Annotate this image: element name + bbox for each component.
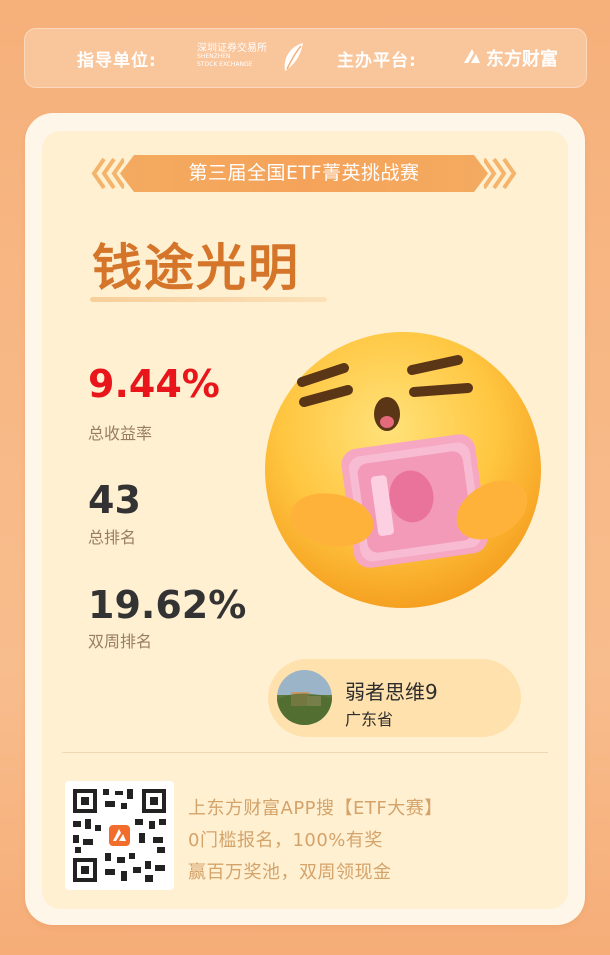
total-return-label: 总收益率 [88, 424, 153, 443]
szse-name-cn: 深圳证券交易所 [197, 43, 267, 54]
biweekly-rank-value: 19.62% [88, 583, 247, 627]
host-label: 主办平台: [337, 51, 417, 71]
avatar[interactable] [277, 670, 332, 725]
promo-line-2: 0门槛报名，100%有奖 [188, 830, 383, 851]
team-name-title: 钱途光明 [92, 239, 300, 297]
total-rank-value: 43 [88, 478, 141, 522]
qr-code-icon [73, 789, 166, 882]
szse-name-en: SHENZHEN STOCK EXCHANGE [197, 53, 253, 68]
promo-line-1: 上东方财富APP搜【ETF大赛】 [188, 798, 443, 819]
host-brand: 东方财富 [486, 49, 558, 70]
contest-title-ribbon: 第三届全国ETF菁英挑战赛 [120, 155, 488, 192]
title-underline [90, 297, 327, 302]
szse-leaf-icon [284, 43, 303, 71]
avatar-landscape-image [277, 670, 332, 725]
total-return-value: 9.44% [88, 362, 220, 406]
divider [62, 752, 548, 753]
szse-logo: 深圳证券交易所 SHENZHEN STOCK EXCHANGE [197, 39, 307, 79]
face-holding-money-icon [265, 332, 541, 608]
user-region: 广东省 [345, 710, 394, 729]
guide-label: 指导单位: [77, 51, 157, 71]
promo-line-3: 赢百万奖池，双周领现金 [188, 862, 392, 883]
qr-code-box [65, 781, 174, 890]
top-header-bar: 指导单位: 深圳证券交易所 SHENZHEN STOCK EXCHANGE 主办平… [24, 28, 587, 88]
total-rank-label: 总排名 [88, 528, 137, 547]
left-chevrons-icon [91, 157, 124, 190]
right-chevrons-icon [484, 157, 517, 190]
biweekly-rank-label: 双周排名 [88, 632, 153, 651]
user-name: 弱者思维9 [345, 680, 438, 704]
eastmoney-icon [464, 49, 480, 63]
